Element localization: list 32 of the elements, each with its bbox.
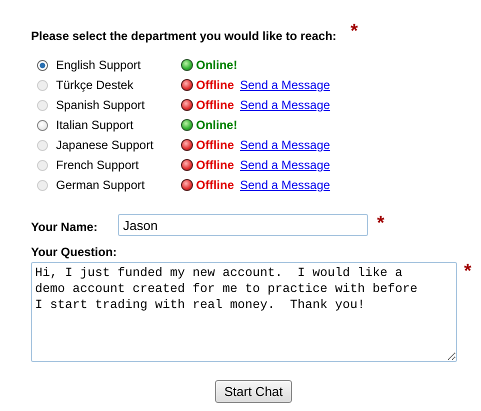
department-label: French Support [56, 158, 140, 172]
status-text: Offline [196, 138, 234, 152]
radio-button[interactable] [37, 60, 48, 70]
status-dot-icon [181, 59, 193, 71]
status-text: Online! [196, 118, 238, 132]
department-label: Japanese Support [56, 138, 154, 152]
required-mark: * [350, 22, 358, 41]
status-text: Offline [196, 178, 234, 192]
start-chat-button[interactable]: Start Chat [215, 380, 292, 403]
status-dot-icon [181, 99, 193, 111]
required-mark: * [464, 262, 472, 281]
department-label: Spanish Support [56, 98, 146, 112]
status-dot-icon [181, 79, 193, 91]
department-label: German Support [56, 178, 146, 192]
status-text: Offline [196, 78, 234, 92]
department-label: Italian Support [56, 118, 134, 132]
status-text: Offline [196, 98, 234, 112]
name-field[interactable]: Jason [118, 214, 368, 236]
status-dot-icon [181, 179, 193, 191]
question-label: Your Question: [31, 245, 118, 259]
status-text: Online! [196, 58, 238, 72]
question-field[interactable]: Hi, I just funded my new account. I would like a demo account created for me to practice with before I start trading with real money. Thank you! [31, 262, 457, 362]
status-dot-icon [181, 139, 193, 151]
department-label: Türkçe Destek [56, 78, 134, 92]
radio-button[interactable] [37, 120, 48, 130]
department-label: English Support [56, 58, 142, 72]
status-dot-icon [181, 159, 193, 171]
status-text: Offline [196, 158, 234, 172]
department-prompt: Please select the department you would like to reach: [31, 28, 336, 43]
required-mark: * [377, 214, 384, 233]
status-dot-icon [181, 119, 193, 131]
name-label: Your Name: [31, 219, 98, 234]
